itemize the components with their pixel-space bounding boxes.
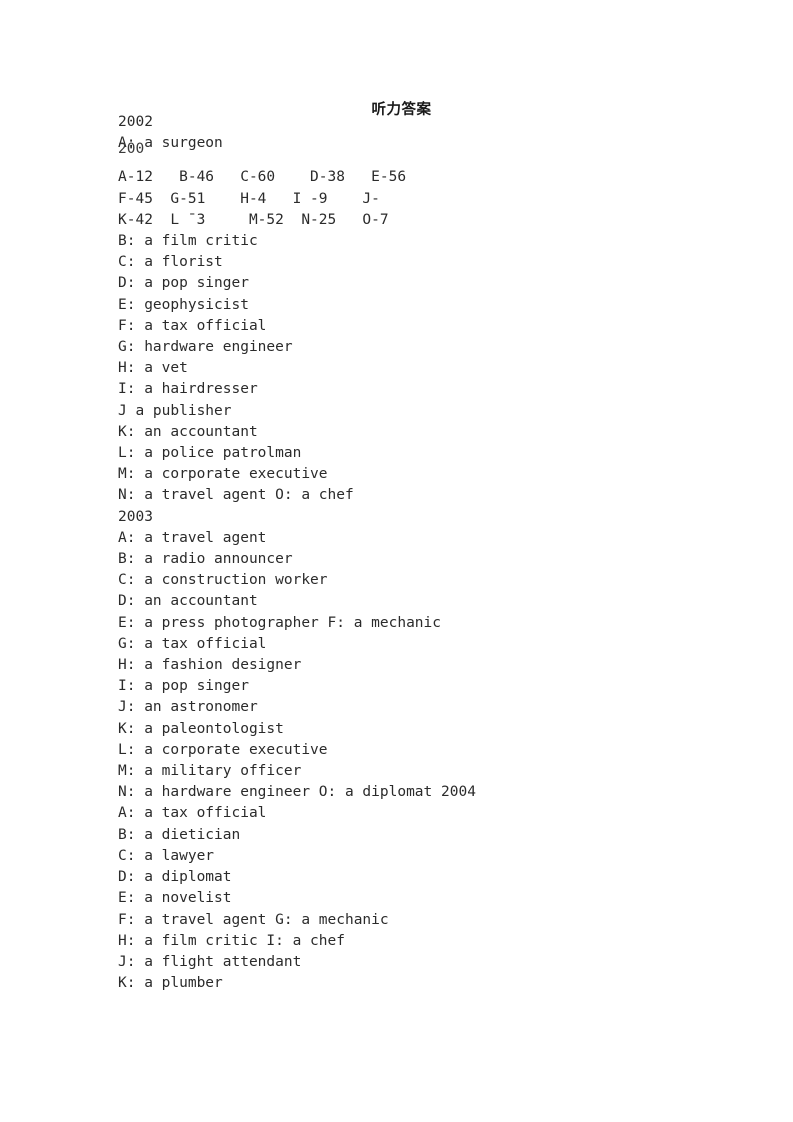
- document-body: 2002 A: a surgeon 200 A-12 B-46 C-60 D-3…: [118, 112, 738, 994]
- answer-grid-row-2: F-45 G-51 H-4 I -9 J-: [118, 190, 380, 207]
- list-item: J: an astronomer: [118, 699, 258, 716]
- list-item: H: a vet: [118, 360, 188, 377]
- list-item: C: a florist: [118, 254, 223, 271]
- list-item: D: a pop singer: [118, 275, 249, 292]
- answer-grid-row-1: A-12 B-46 C-60 D-38 E-56: [118, 169, 407, 186]
- list-item: J: a flight attendant: [118, 953, 302, 970]
- blank-spacer: [118, 154, 738, 167]
- list-item: C: a construction worker: [118, 572, 328, 589]
- list-item: N: a hardware engineer O: a diplomat 200…: [118, 784, 476, 801]
- list-item: E: geophysicist: [118, 296, 249, 313]
- list-item: G: a tax official: [118, 635, 267, 652]
- list-item: I: a hairdresser: [118, 381, 258, 398]
- overlap-ghost-text: 200: [118, 141, 145, 158]
- list-item: A: a tax official: [118, 805, 267, 822]
- list-item: L: a corporate executive: [118, 741, 328, 758]
- list-item: A: a travel agent: [118, 529, 267, 546]
- list-item: B: a radio announcer: [118, 551, 293, 568]
- list-item: K: a plumber: [118, 975, 223, 992]
- answer-list-2003: A: a travel agent B: a radio announcer C…: [118, 528, 738, 804]
- list-item: F: a travel agent G: a mechanic: [118, 911, 389, 928]
- list-item: I: a pop singer: [118, 678, 249, 695]
- list-item: E: a novelist: [118, 890, 232, 907]
- list-item: K: a paleontologist: [118, 720, 284, 737]
- list-item: G: hardware engineer: [118, 339, 293, 356]
- list-item: H: a fashion designer: [118, 657, 302, 674]
- list-item: E: a press photographer F: a mechanic: [118, 614, 442, 631]
- document-page: 听力答案 2002 A: a surgeon 200 A-12 B-46 C-6…: [0, 0, 793, 1122]
- list-item: M: a military officer: [118, 763, 302, 780]
- list-item: B: a dietician: [118, 826, 241, 843]
- year-heading-2002: 2002: [118, 114, 153, 130]
- list-item: B: a film critic: [118, 233, 258, 249]
- list-item: D: a diplomat: [118, 869, 232, 886]
- list-item: J a publisher: [118, 402, 232, 419]
- list-item: K: an accountant: [118, 423, 258, 440]
- answer-list-2004: A: a tax official B: a dietician C: a la…: [118, 803, 738, 994]
- answer-grid-row-3: K-42 L ¯3 M-52 N-25 O-7: [118, 211, 389, 228]
- list-item: L: a police patrolman: [118, 445, 302, 462]
- answer-grid: A-12 B-46 C-60 D-38 E-56 F-45 G-51 H-4 I…: [118, 167, 738, 231]
- list-item: F: a tax official: [118, 317, 267, 334]
- list-item: N: a travel agent O: a chef: [118, 487, 354, 504]
- overlapping-text-artifact: A: a surgeon 200: [118, 133, 738, 157]
- list-item: H: a film critic I: a chef: [118, 932, 345, 949]
- year-heading-2003: 2003: [118, 508, 153, 525]
- list-item: C: a lawyer: [118, 847, 215, 864]
- list-item: D: an accountant: [118, 593, 258, 610]
- answer-list-2002: B: a film critic C: a florist D: a pop s…: [118, 231, 738, 507]
- list-item: M: a corporate executive: [118, 466, 328, 483]
